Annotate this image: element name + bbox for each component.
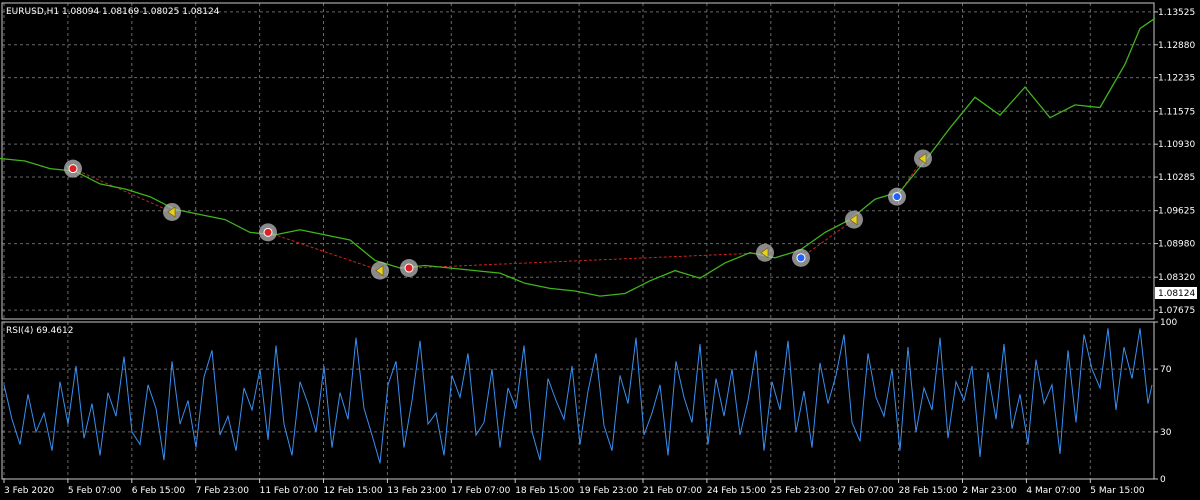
rsi-ytick-label: 70 [1160,365,1172,375]
marker-dot [404,263,414,273]
x-tick-label: 18 Feb 15:00 [515,486,574,496]
price-ytick-label: 1.09625 [1158,207,1195,217]
x-tick-label: 2 Mar 23:00 [963,486,1018,496]
price-ytick-label: 1.08320 [1158,273,1195,283]
trade-line [408,252,766,269]
trade-marker-blue[interactable] [888,187,906,206]
trade-marker-yellow[interactable] [756,243,774,262]
trade-marker-red[interactable] [259,223,277,242]
x-tick-label: 24 Feb 15:00 [707,486,766,496]
x-tick-label: 27 Feb 07:00 [835,486,894,496]
x-tick-label: 25 Feb 23:00 [771,486,830,496]
marker-dot [68,164,78,174]
rsi-panel-frame [1,321,1155,480]
trade-marker-yellow[interactable] [163,202,181,221]
rsi-y-axis: 100 70 30 0 [1154,318,1177,485]
x-tick-label: 11 Feb 07:00 [260,486,319,496]
x-tick-label: 5 Feb 07:00 [68,486,122,496]
chart-canvas[interactable]: 1.13525 1.12880 1.12235 1.11575 1.10930 1.102… [0,0,1200,500]
price-ytick-label: 1.11575 [1158,107,1195,117]
x-tick-label: 13 Feb 23:00 [387,486,446,496]
x-tick-label: 17 Feb 07:00 [451,486,510,496]
trade-marker-yellow[interactable] [914,149,932,168]
trade-marker-yellow[interactable] [845,210,863,229]
trade-line [800,219,855,259]
current-price-label: 1.08124 [1158,289,1195,299]
x-tick-label: 3 Feb 2020 [4,486,55,496]
x-tick-label: 5 Mar 15:00 [1090,486,1145,496]
price-panel-title: EURUSD,H1 1.08094 1.08169 1.08025 1.0812… [6,7,220,17]
price-ytick-label: 1.10285 [1158,173,1195,183]
marker-dot [796,253,806,263]
price-series-line [0,17,1156,297]
x-tick-label: 21 Feb 07:00 [643,486,702,496]
price-ytick-label: 1.08980 [1158,240,1195,250]
x-tick-label: 7 Feb 23:00 [196,486,250,496]
rsi-panel-title: RSI(4) 69.4612 [6,326,73,336]
price-panel-frame [1,2,1155,320]
trade-marker-blue[interactable] [792,248,810,267]
trade-marker-red[interactable] [400,259,418,278]
rsi-ytick-label: 100 [1160,318,1177,328]
time-axis: 3 Feb 2020 5 Feb 07:00 6 Feb 15:00 7 Feb 23… [3,479,1145,496]
price-ytick-label: 1.07675 [1158,306,1195,316]
marker-dot [892,192,902,202]
trade-marker-yellow[interactable] [371,261,389,280]
trade-marker-red[interactable] [64,159,82,178]
x-tick-label: 12 Feb 15:00 [324,486,383,496]
rsi-gridlines [2,322,1154,479]
price-gridlines [2,3,1154,319]
trade-markers[interactable] [64,149,932,280]
price-y-axis: 1.13525 1.12880 1.12235 1.11575 1.10930 1.102… [1154,8,1195,316]
x-tick-label: 28 Feb 15:00 [899,486,958,496]
x-tick-label: 19 Feb 23:00 [579,486,638,496]
rsi-ytick-label: 0 [1160,475,1166,485]
price-ytick-label: 1.10930 [1158,140,1195,150]
x-tick-label: 6 Feb 15:00 [132,486,186,496]
x-tick-label: 4 Mar 07:00 [1026,486,1081,496]
rsi-series-line [3,328,1153,464]
price-ytick-label: 1.12235 [1158,74,1195,84]
marker-dot [263,227,273,237]
price-ytick-label: 1.13525 [1158,8,1195,18]
price-ytick-label: 1.12880 [1158,41,1195,51]
current-price-tag: 1.08124 [1155,287,1197,299]
trade-line [72,168,173,213]
rsi-ytick-label: 30 [1160,428,1172,438]
